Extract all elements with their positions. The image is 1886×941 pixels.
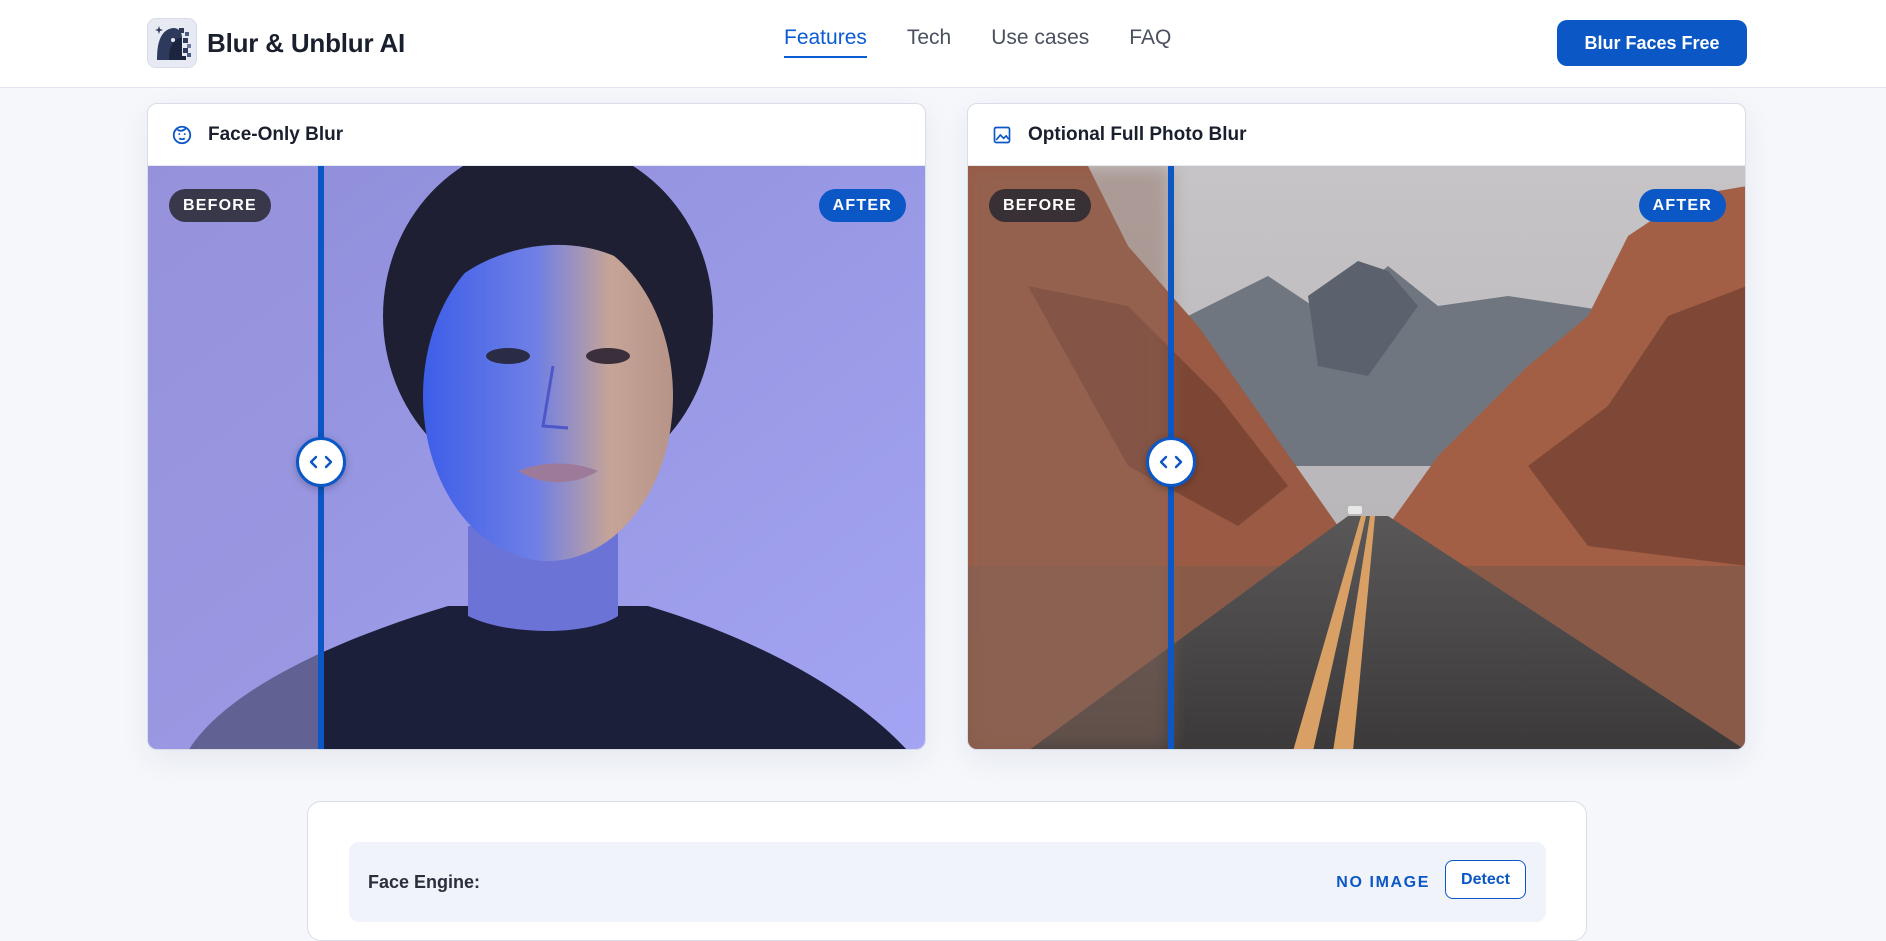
face-comparison-stage[interactable]: BEFORE AFTER — [148, 166, 925, 749]
brand-name: Blur & Unblur AI — [207, 27, 406, 58]
card-header: Optional Full Photo Blur — [968, 104, 1745, 166]
nav-tech[interactable]: Tech — [907, 26, 951, 58]
slider-handle[interactable] — [1146, 437, 1196, 487]
slider-handle[interactable] — [296, 437, 346, 487]
after-badge: AFTER — [818, 189, 906, 222]
card-title: Face-Only Blur — [208, 123, 344, 145]
face-only-blur-card: Face-Only Blur BEFORE AFTER — [147, 103, 926, 750]
face-engine-row: Face Engine: NO IMAGE Detect — [349, 842, 1546, 922]
pixel-face-icon — [147, 18, 197, 68]
blur-faces-free-button[interactable]: Blur Faces Free — [1557, 20, 1747, 66]
chevrons-left-right-icon — [1159, 455, 1183, 469]
portrait-photo — [148, 166, 925, 749]
nav-use-cases[interactable]: Use cases — [991, 26, 1089, 58]
full-photo-comparison-stage[interactable]: BEFORE AFTER — [968, 166, 1745, 749]
full-photo-blur-card: Optional Full Photo Blur BEFORE AFTER — [967, 103, 1746, 750]
desert-road-photo — [968, 166, 1745, 749]
engine-status: NO IMAGE — [1336, 874, 1430, 891]
before-badge: BEFORE — [169, 189, 271, 222]
nav-features[interactable]: Features — [784, 26, 867, 58]
main-nav: Features Tech Use cases FAQ — [784, 26, 1211, 58]
after-badge: AFTER — [1638, 189, 1726, 222]
detect-button[interactable]: Detect — [1445, 860, 1526, 899]
face-icon — [170, 123, 194, 147]
site-header: Blur & Unblur AI Features Tech Use cases… — [0, 0, 1886, 88]
card-header: Face-Only Blur — [148, 104, 925, 166]
face-engine-panel: Face Engine: NO IMAGE Detect — [307, 801, 1587, 941]
face-engine-label: Face Engine: — [368, 872, 481, 892]
brand[interactable]: Blur & Unblur AI — [147, 18, 405, 68]
nav-faq[interactable]: FAQ — [1129, 26, 1171, 58]
before-badge: BEFORE — [989, 189, 1091, 222]
card-title: Optional Full Photo Blur — [1028, 123, 1247, 145]
chevrons-left-right-icon — [309, 455, 333, 469]
image-icon — [990, 123, 1014, 147]
